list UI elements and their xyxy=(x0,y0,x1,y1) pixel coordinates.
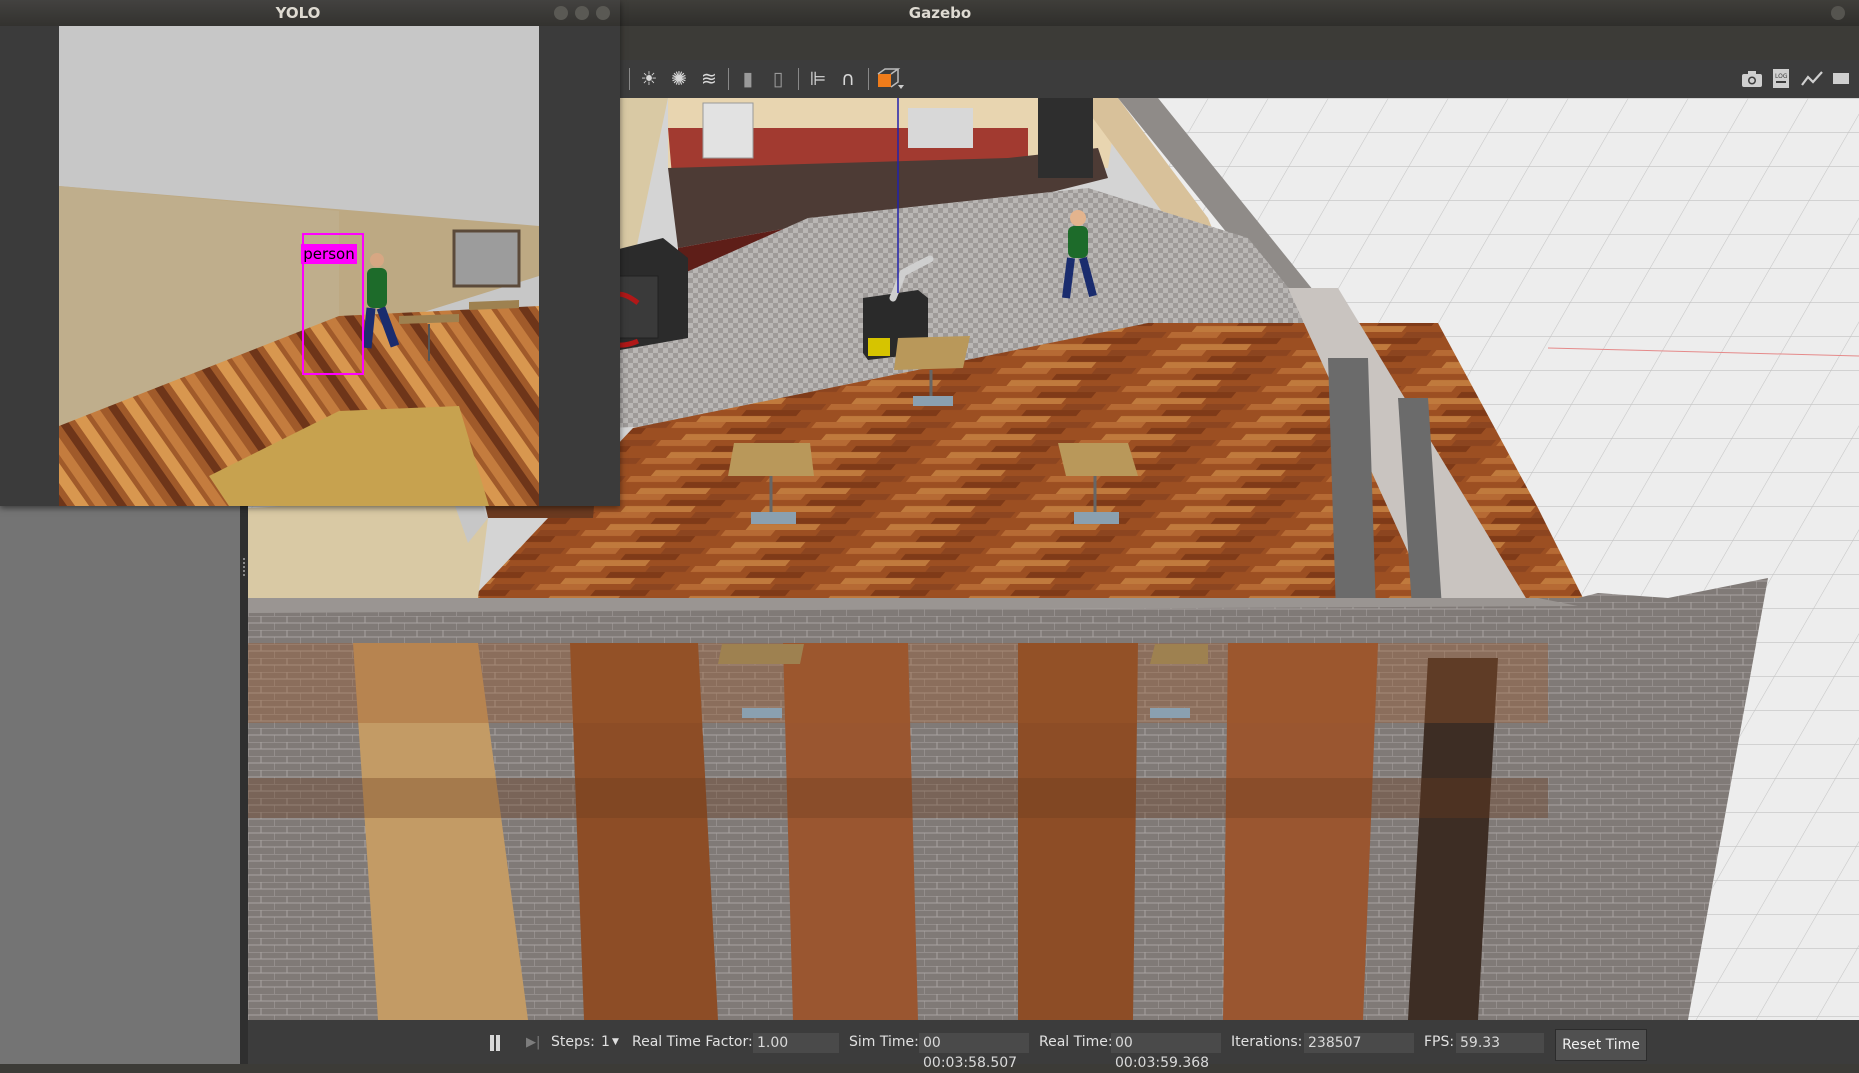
change-view-icon[interactable] xyxy=(876,67,904,91)
real-time-label: Real Time: xyxy=(1039,1034,1113,1050)
sim-time-label: Sim Time: xyxy=(849,1034,919,1050)
iterations-label: Iterations: xyxy=(1231,1034,1303,1050)
point-light-icon[interactable]: ✺ xyxy=(667,67,691,91)
paste-icon[interactable]: ▯ xyxy=(766,67,790,91)
steps-value-select[interactable]: 1 xyxy=(601,1020,610,1064)
status-bar: ▶| Steps: 1 ▼ Real Time Factor: 1.00 Sim… xyxy=(248,1020,1859,1071)
real-time-factor-label: Real Time Factor: xyxy=(632,1034,753,1050)
close-button[interactable] xyxy=(596,6,610,20)
screenshot-icon[interactable] xyxy=(1740,67,1764,91)
log-icon-label: LOG xyxy=(1775,73,1788,80)
yolo-titlebar[interactable]: YOLO xyxy=(0,0,620,26)
video-icon[interactable] xyxy=(1830,67,1854,91)
snap-magnet-icon[interactable]: ∩ xyxy=(836,67,860,91)
detection-label: person xyxy=(301,244,357,264)
step-forward-icon[interactable]: ▶| xyxy=(526,1035,542,1051)
window-title: Gazebo xyxy=(908,4,972,22)
pause-icon[interactable] xyxy=(488,1035,502,1051)
maximize-button[interactable] xyxy=(575,6,589,20)
real-time-field: 00 00:03:59.368 xyxy=(1111,1033,1221,1071)
window-title: YOLO xyxy=(275,4,321,22)
log-icon[interactable]: LOG xyxy=(1770,67,1794,91)
splitter-grip-icon[interactable] xyxy=(243,558,247,576)
fps-label: FPS: xyxy=(1424,1034,1455,1050)
real-time-factor-field: 1.00 xyxy=(753,1033,839,1053)
close-window-button[interactable] xyxy=(1831,6,1845,20)
sim-time-field: 00 00:03:58.507 xyxy=(919,1033,1029,1071)
align-icon[interactable]: ⊫ xyxy=(806,67,830,91)
yolo-image-area: person xyxy=(0,26,620,506)
toolbar-separator xyxy=(798,68,799,90)
sun-light-icon[interactable]: ☀ xyxy=(637,67,661,91)
yolo-window: YOLO person xyxy=(0,0,620,506)
minimize-button[interactable] xyxy=(554,6,568,20)
directional-light-icon[interactable]: ≋ xyxy=(697,67,721,91)
iterations-field: 238507 xyxy=(1304,1033,1414,1053)
fps-field: 59.33 xyxy=(1456,1033,1544,1053)
gazebo-toolbar: ☀ ✺ ≋ ▮ ▯ ⊫ ∩ LOG xyxy=(620,60,1859,99)
toolbar-separator xyxy=(629,68,630,90)
copy-icon[interactable]: ▮ xyxy=(736,67,760,91)
plot-icon[interactable] xyxy=(1800,67,1824,91)
toolbar-separator xyxy=(868,68,869,90)
camera-render xyxy=(59,26,539,506)
reset-time-button[interactable]: Reset Time xyxy=(1555,1029,1647,1061)
camera-frame xyxy=(59,26,539,506)
toolbar-separator xyxy=(728,68,729,90)
steps-label: Steps: xyxy=(551,1034,595,1050)
chevron-down-icon[interactable]: ▼ xyxy=(612,1020,619,1064)
